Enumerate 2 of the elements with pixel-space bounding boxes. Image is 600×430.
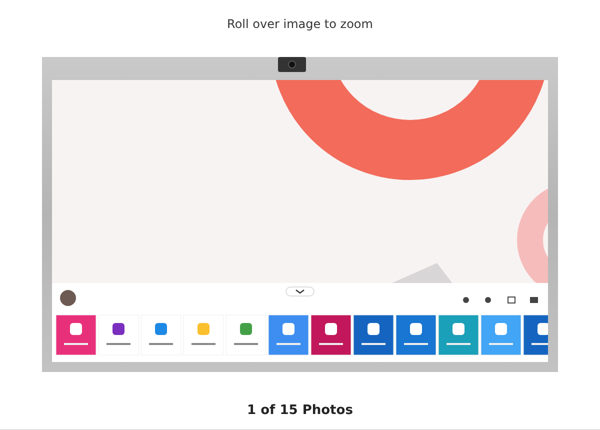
zoom-hint: Roll over image to zoom [227,16,373,33]
photo-counter: 1 of 15 Photos [247,403,353,418]
